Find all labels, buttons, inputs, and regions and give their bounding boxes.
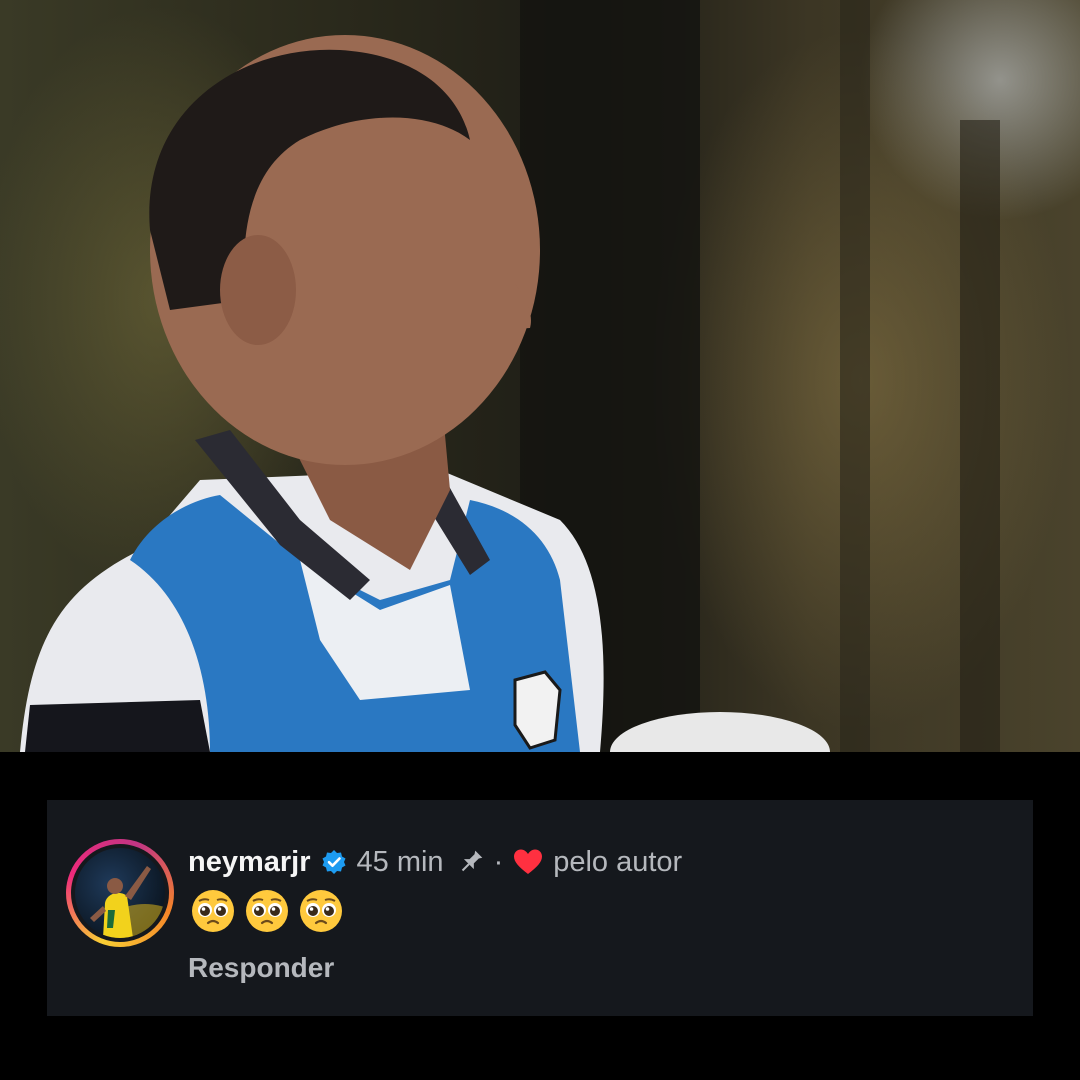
comment-text [190,888,344,934]
comment-meta: neymarjr 45 min · pelo autor [188,842,682,882]
tree-trunk [960,120,1000,752]
comment-card: neymarjr 45 min · pelo autor Responder [47,800,1033,1016]
club-crest [513,670,562,750]
separator-dot: · [493,845,504,878]
avatar-image [75,848,165,938]
username[interactable]: neymarjr [188,846,311,879]
pleading-face-emoji [244,888,290,934]
ear [220,235,296,345]
liked-by-author-label: pelo autor [553,845,683,878]
tree-trunk [840,0,870,752]
pin-icon [456,847,486,877]
post-photo [0,0,1080,752]
verified-badge-icon [321,849,347,875]
comment-time: 45 min [356,845,444,878]
avatar-photo [90,866,165,938]
reply-button[interactable]: Responder [188,952,334,984]
sleeve-band [25,700,210,752]
heart-icon [513,848,543,876]
avatar[interactable] [66,839,174,947]
pleading-face-emoji [190,888,236,934]
pleading-face-emoji [298,888,344,934]
photo-illustration [20,0,1000,752]
